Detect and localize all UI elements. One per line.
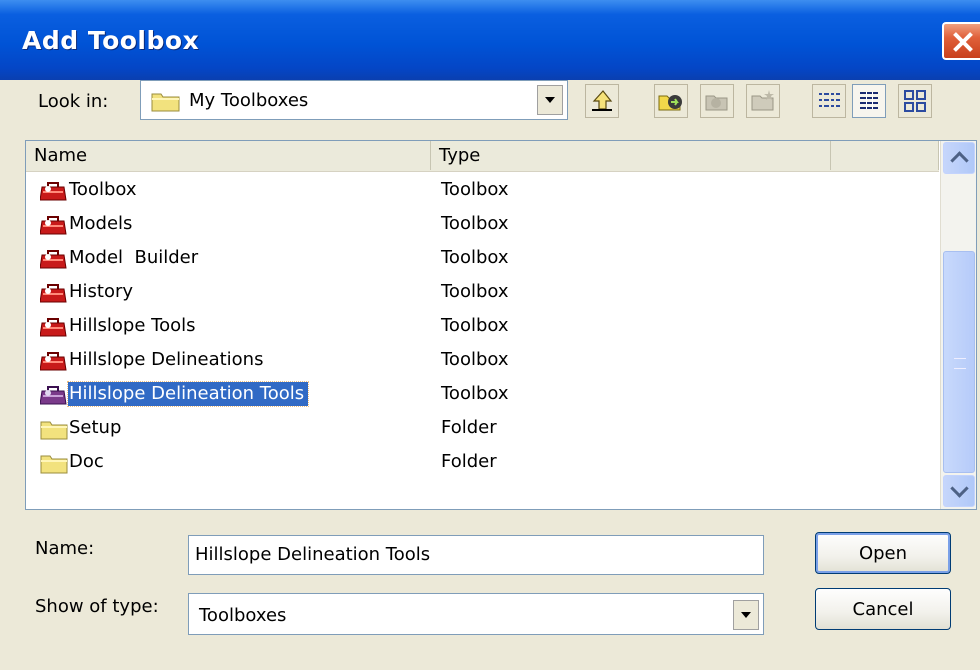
item-type: Toolbox [441,247,509,268]
item-type: Toolbox [441,349,509,370]
details-view-button[interactable] [852,84,886,118]
list-rows: Toolbox Toolbox Models Toolbox Model Bui… [26,173,936,479]
list-item-selected[interactable]: Hillslope Delineation Tools Toolbox [26,377,936,411]
toolbox-icon [40,182,67,201]
up-folder-icon [592,90,613,111]
item-name: Hillslope Tools [69,315,196,336]
file-list[interactable]: Name Type Toolbox Toolbox Models Toolbox… [25,140,977,510]
show-of-type-value: Toolboxes [199,605,287,626]
new-folder-icon [751,90,774,111]
show-of-type-label: Show of type: [35,596,159,617]
disconnect-folder-button[interactable] [700,84,734,118]
item-name: Model Builder [69,247,199,268]
new-folder-button[interactable] [746,84,780,118]
name-label: Name: [35,538,95,559]
name-field[interactable]: Hillslope Delineation Tools [188,535,764,575]
up-one-level-button[interactable] [585,84,619,118]
list-view-button[interactable] [812,84,846,118]
show-of-type-dropdown-arrow[interactable] [733,600,759,630]
list-item[interactable]: Hillslope Delineations Toolbox [26,343,936,377]
item-name: Toolbox [69,179,137,200]
list-item[interactable]: Doc Folder [26,445,936,479]
column-header-empty[interactable] [831,141,939,170]
list-view-icon [819,93,840,107]
look-in-value: My Toolboxes [189,90,309,111]
item-name: Doc [69,451,104,472]
close-button[interactable] [942,22,980,60]
toolbox-icon [40,386,67,405]
look-in-dropdown-arrow[interactable] [537,85,563,115]
item-name: Models [69,213,133,234]
connect-folder-icon [658,95,682,111]
open-button[interactable]: Open [815,532,951,574]
list-item[interactable]: History Toolbox [26,275,936,309]
toolbox-icon [40,250,67,269]
grip-icon [954,358,966,369]
look-in-label: Look in: [38,91,109,112]
thumbnails-view-button[interactable] [898,84,932,118]
toolbox-icon [40,318,67,337]
item-type: Toolbox [441,281,509,302]
item-type: Toolbox [441,213,509,234]
title-bar[interactable]: Add Toolbox [0,0,980,80]
item-name: Setup [69,417,122,438]
toolbox-icon [40,352,67,371]
scroll-down-button[interactable] [943,475,975,507]
list-item[interactable]: Toolbox Toolbox [26,173,936,207]
window-title: Add Toolbox [22,26,200,55]
look-in-combo[interactable]: My Toolboxes [140,80,568,120]
item-type: Folder [441,417,497,438]
list-item[interactable]: Models Toolbox [26,207,936,241]
thumbnails-view-icon [904,90,926,112]
item-type: Toolbox [441,383,509,404]
item-name: Hillslope Delineation Tools [66,381,310,407]
list-item[interactable]: Setup Folder [26,411,936,445]
folder-icon [40,455,68,474]
item-type: Folder [441,451,497,472]
show-of-type-combo[interactable]: Toolboxes [188,593,764,635]
vertical-scrollbar[interactable] [940,141,976,509]
column-header-type[interactable]: Type [431,141,831,170]
disconnect-folder-icon [705,95,728,111]
connect-to-folder-button[interactable] [654,84,688,118]
details-view-icon [860,92,878,109]
item-type: Toolbox [441,315,509,336]
list-header: Name Type [26,141,939,172]
folder-icon [40,421,68,440]
list-item[interactable]: Hillslope Tools Toolbox [26,309,936,343]
toolbox-icon [40,284,67,303]
list-item[interactable]: Model Builder Toolbox [26,241,936,275]
folder-icon [151,90,181,116]
item-name: History [69,281,134,302]
item-type: Toolbox [441,179,509,200]
toolbox-icon [40,216,67,235]
scroll-up-button[interactable] [943,142,975,174]
scroll-thumb[interactable] [943,251,975,473]
cancel-button[interactable]: Cancel [815,588,951,630]
column-header-name[interactable]: Name [26,141,431,170]
item-name: Hillslope Delineations [69,349,264,370]
add-toolbox-dialog: Add Toolbox Look in: My Toolboxes Name T… [0,0,980,670]
